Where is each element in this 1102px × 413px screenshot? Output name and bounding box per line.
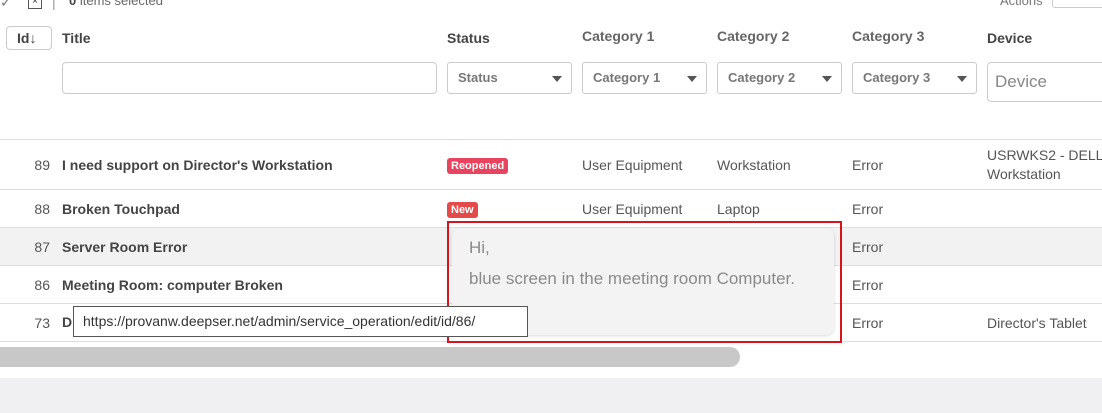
actions-label: Actions [1000, 0, 1043, 8]
row-category3: Error [852, 239, 884, 255]
row-category1: User Equipment [582, 157, 683, 173]
title-filter-input[interactable] [62, 62, 437, 94]
category3-filter-value: Category 3 [863, 70, 931, 85]
chevron-down-icon [822, 76, 832, 82]
title-column-header[interactable]: Title [62, 30, 91, 46]
row-id: 88 [34, 201, 50, 217]
grid-header: Id↓ Title Status Category 1 Category 2 C… [0, 18, 1102, 140]
category3-filter-select[interactable]: Category 3 [852, 62, 977, 94]
row-title-truncated[interactable]: D [62, 314, 72, 330]
category2-column-header[interactable]: Category 2 [717, 28, 789, 44]
status-filter-value: Status [458, 70, 498, 85]
row-category3: Error [852, 277, 884, 293]
device-filter-input[interactable]: Device [987, 62, 1102, 102]
device-column-header[interactable]: Device [987, 30, 1032, 46]
row-category3: Error [852, 201, 884, 217]
chevron-down-icon [957, 76, 967, 82]
row-id: 86 [34, 277, 50, 293]
category1-filter-select[interactable]: Category 1 [582, 62, 707, 94]
status-column-header[interactable]: Status [447, 30, 490, 46]
table-row[interactable]: 89 I need support on Director's Workstat… [0, 141, 1102, 190]
id-sort-button[interactable]: Id↓ [6, 26, 52, 50]
row-title[interactable]: Meeting Room: computer Broken [62, 277, 283, 293]
row-title[interactable]: Server Room Error [62, 239, 187, 255]
category1-filter-value: Category 1 [593, 70, 661, 85]
selected-count-label: items selected [76, 0, 163, 8]
row-device: Director's Tablet [987, 315, 1087, 331]
horizontal-scroll-area [0, 342, 1102, 378]
row-category3: Error [852, 157, 884, 173]
category2-filter-select[interactable]: Category 2 [717, 62, 842, 94]
actions-select[interactable] [1052, 0, 1102, 8]
mass-action-toolbar: ✓ × | 0 items selected Actions [0, 0, 1102, 18]
status-filter-select[interactable]: Status [447, 62, 572, 94]
row-category2: Workstation [717, 157, 791, 173]
row-device: USRWKS2 - DELL Workstation [987, 146, 1102, 184]
row-id: 87 [34, 239, 50, 255]
select-all-checkbox[interactable]: ✓ [0, 0, 12, 11]
toolbar-separator: | [52, 0, 56, 10]
chevron-down-icon [687, 76, 697, 82]
chevron-down-icon [552, 76, 562, 82]
row-category1: User Equipment [582, 201, 683, 217]
row-device-line1: USRWKS2 - DELL [987, 147, 1102, 163]
row-device-line2: Workstation [987, 166, 1061, 182]
horizontal-scrollbar-thumb[interactable] [0, 347, 740, 367]
row-category2: Laptop [717, 201, 760, 217]
selected-count-text: 0 items selected [69, 0, 163, 8]
link-url-tooltip: https://provanw.deepser.net/admin/servic… [73, 306, 528, 337]
clear-selection-icon[interactable]: × [28, 0, 42, 9]
row-id: 73 [34, 315, 50, 331]
id-column-label: Id [17, 30, 30, 46]
category2-filter-value: Category 2 [728, 70, 796, 85]
row-category3: Error [852, 315, 884, 331]
status-badge: Reopened [447, 158, 509, 174]
row-title[interactable]: Broken Touchpad [62, 201, 180, 217]
sort-desc-icon: ↓ [29, 30, 37, 46]
category1-column-header[interactable]: Category 1 [582, 28, 654, 44]
grid-footer [0, 378, 1102, 413]
category3-column-header[interactable]: Category 3 [852, 28, 924, 44]
row-id: 89 [34, 157, 50, 173]
status-badge: New [447, 202, 478, 218]
row-title[interactable]: I need support on Director's Workstation [62, 157, 333, 173]
